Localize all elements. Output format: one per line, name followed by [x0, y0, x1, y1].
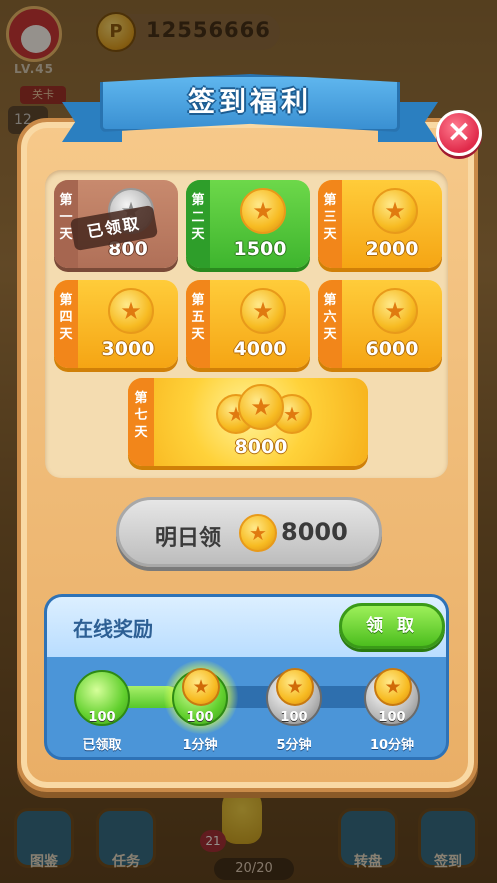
star-icon: ★: [384, 297, 406, 325]
day-label: 第六天: [323, 293, 337, 342]
coin-icon: ★: [374, 668, 412, 706]
coin-icon: ★: [276, 668, 314, 706]
modal-title: 签到福利: [188, 87, 312, 118]
day-card-6: 第六天 ★ 6000: [318, 280, 442, 368]
star-icon: ★: [252, 297, 274, 325]
reward-node-3: ★ 100: [266, 668, 322, 726]
coin-icon: ★: [182, 668, 220, 706]
star-icon: ★: [252, 197, 274, 225]
node-value: 100: [186, 710, 214, 725]
tomorrow-reward-button[interactable]: 明日领 ★ 8000: [116, 497, 382, 567]
reward-node-1: 100: [74, 670, 130, 726]
node-label-2: 1分钟: [182, 738, 218, 753]
day-amount: 3000: [101, 338, 155, 360]
day-card-4: 第四天 ★ 3000: [54, 280, 178, 368]
coin-icon: ★: [108, 288, 154, 334]
star-icon: ★: [384, 197, 406, 225]
day-label: 第五天: [191, 293, 205, 342]
day-amount: 1500: [233, 238, 287, 260]
node-value: 100: [88, 710, 116, 725]
coin-icon: ★: [239, 514, 277, 552]
tomorrow-label: 明日领: [155, 526, 222, 551]
day-label: 第七天: [134, 391, 148, 440]
tomorrow-amount: 8000: [281, 518, 348, 546]
reward-node-4: ★ 100: [364, 668, 420, 726]
day-card-7: 第七天 ★ ★ ★ 8000: [128, 378, 368, 466]
day-amount: 2000: [365, 238, 419, 260]
node-value: 100: [280, 710, 308, 725]
coin-icon: ★: [372, 288, 418, 334]
day-amount: 6000: [365, 338, 419, 360]
day-label: 第三天: [323, 193, 337, 242]
day-card-5: 第五天 ★ 4000: [186, 280, 310, 368]
day-amount: 4000: [233, 338, 287, 360]
coin-icon: ★: [238, 384, 284, 430]
claim-button[interactable]: 领 取: [339, 603, 445, 649]
close-button[interactable]: ×: [436, 110, 482, 156]
node-value: 100: [378, 710, 406, 725]
coin-icon: ★: [240, 288, 286, 334]
node-label-1: 已领取: [82, 738, 122, 753]
day-amount: 8000: [234, 436, 288, 458]
day-label: 第二天: [191, 193, 205, 242]
node-label-4: 10分钟: [369, 738, 415, 753]
node-label-3: 5分钟: [276, 738, 312, 753]
day-card-2[interactable]: 第二天 ★ 1500: [186, 180, 310, 268]
day-label: 第四天: [59, 293, 73, 342]
coin-icon: ★: [240, 188, 286, 234]
online-rewards-title: 在线奖励: [73, 617, 153, 641]
reward-node-2[interactable]: ★ 100: [172, 668, 228, 726]
day-card-3: 第三天 ★ 2000: [318, 180, 442, 268]
coin-icon: ★: [372, 188, 418, 234]
star-icon: ★: [120, 297, 142, 325]
